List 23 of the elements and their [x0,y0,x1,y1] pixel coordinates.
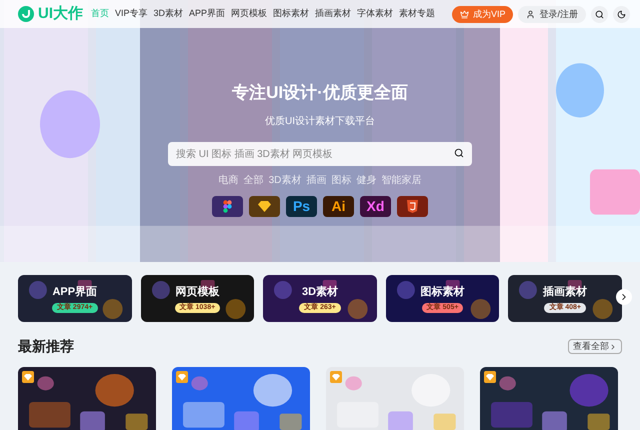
nav-link[interactable]: VIP专享 [115,7,148,21]
nav-link[interactable]: 图标素材 [273,7,310,21]
login-button[interactable]: 登录/注册 [518,6,586,22]
nav-link[interactable]: 网页模板 [231,7,268,21]
search-field[interactable]: 搜索 UI 图标 插画 3D素材 网页模板 [168,142,472,166]
view-all-button[interactable]: 查看全部 [568,339,622,354]
nav-link[interactable]: 素材专题 [399,7,436,21]
ps-logo[interactable]: Ps [286,196,317,216]
category-title: 图标素材 [420,284,465,300]
ai-logo[interactable]: Ai [323,196,354,216]
nav-link[interactable]: 3D素材 [154,7,184,21]
nav-link[interactable]: APP界面 [189,7,226,21]
logo-text: UI大作 [38,4,83,24]
category-title: 3D素材 [302,284,338,300]
category-title: 网页模板 [175,284,220,300]
nav-link[interactable]: 字体素材 [357,7,394,21]
hero-title: 专注UI设计·优质更全面 [232,82,408,104]
nav-link[interactable]: 插画素材 [315,7,352,21]
category-title: 插画素材 [543,284,588,300]
section-title: 最新推荐 [18,337,74,356]
category-title: APP界面 [52,285,98,300]
xd-logo[interactable]: Xd [360,196,391,216]
hero-subtitle: 优质UI设计素材下载平台 [265,114,375,128]
